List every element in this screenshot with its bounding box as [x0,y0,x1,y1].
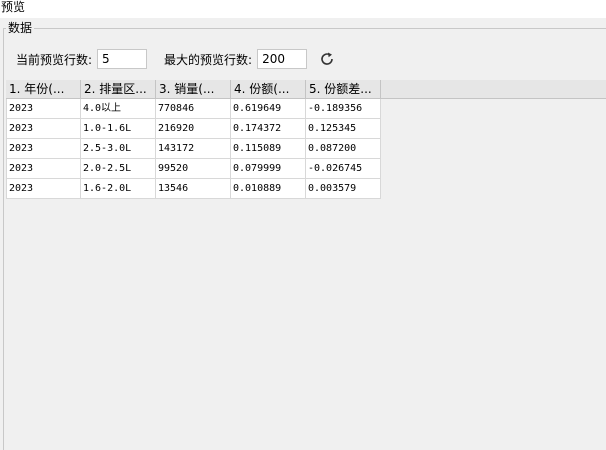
table-cell[interactable]: 0.115089 [231,139,306,159]
table-cell[interactable]: -0.026745 [306,159,381,179]
preview-table: 1. 年份(... 2. 排量区... 3. 销量(... 4. 份额(... … [6,80,606,199]
table-cell[interactable]: 0.087200 [306,139,381,159]
table-cell[interactable]: 4.0以上 [81,99,156,119]
max-rows-label: 最大的预览行数: [164,52,253,67]
table-cell[interactable]: 2023 [6,139,81,159]
table-cell[interactable]: 2023 [6,119,81,139]
refresh-button[interactable] [318,50,336,68]
table-cell[interactable]: 0.174372 [231,119,306,139]
table-cell[interactable]: 0.003579 [306,179,381,199]
table-row[interactable]: 2023 1.0-1.6L 216920 0.174372 0.125345 [6,119,606,139]
table-cell[interactable]: 0.079999 [231,159,306,179]
preview-controls: 当前预览行数: 最大的预览行数: [16,49,336,69]
column-header[interactable]: 4. 份额(... [231,80,306,99]
table-cell[interactable]: 0.619649 [231,99,306,119]
column-header[interactable]: 3. 销量(... [156,80,231,99]
table-cell[interactable]: -0.189356 [306,99,381,119]
table-cell[interactable]: 770846 [156,99,231,119]
column-header[interactable]: 2. 排量区... [81,80,156,99]
table-cell[interactable]: 1.6-2.0L [81,179,156,199]
table-cell[interactable]: 143172 [156,139,231,159]
table-row[interactable]: 2023 2.5-3.0L 143172 0.115089 0.087200 [6,139,606,159]
table-cell[interactable]: 13546 [156,179,231,199]
table-cell[interactable]: 0.125345 [306,119,381,139]
refresh-icon [321,52,333,65]
table-cell[interactable]: 1.0-1.6L [81,119,156,139]
column-header[interactable]: 5. 份额差... [306,80,381,99]
table-cell[interactable]: 2.0-2.5L [81,159,156,179]
max-rows-input[interactable] [257,49,308,69]
table-row[interactable]: 2023 4.0以上 770846 0.619649 -0.189356 [6,99,606,119]
table-row[interactable]: 2023 1.6-2.0L 13546 0.010889 0.003579 [6,179,606,199]
table-row[interactable]: 2023 2.0-2.5L 99520 0.079999 -0.026745 [6,159,606,179]
current-rows-label: 当前预览行数: [16,52,93,67]
table-cell[interactable]: 2023 [6,159,81,179]
table-cell[interactable]: 99520 [156,159,231,179]
preview-window: 预览 数据 当前预览行数: 最大的预览行数: 1. 年份(... 2. 排量区.… [0,0,606,450]
table-header-row: 1. 年份(... 2. 排量区... 3. 销量(... 4. 份额(... … [6,80,606,99]
table-cell[interactable]: 2023 [6,179,81,199]
current-rows-input[interactable] [97,49,148,69]
table-cell[interactable]: 2.5-3.0L [81,139,156,159]
table-cell[interactable]: 2023 [6,99,81,119]
window-title: 预览 [0,0,606,18]
table-cell[interactable]: 0.010889 [231,179,306,199]
header-filler [381,80,606,99]
data-group-legend: 数据 [6,20,35,36]
table-cell[interactable]: 216920 [156,119,231,139]
column-header[interactable]: 1. 年份(... [6,80,81,99]
